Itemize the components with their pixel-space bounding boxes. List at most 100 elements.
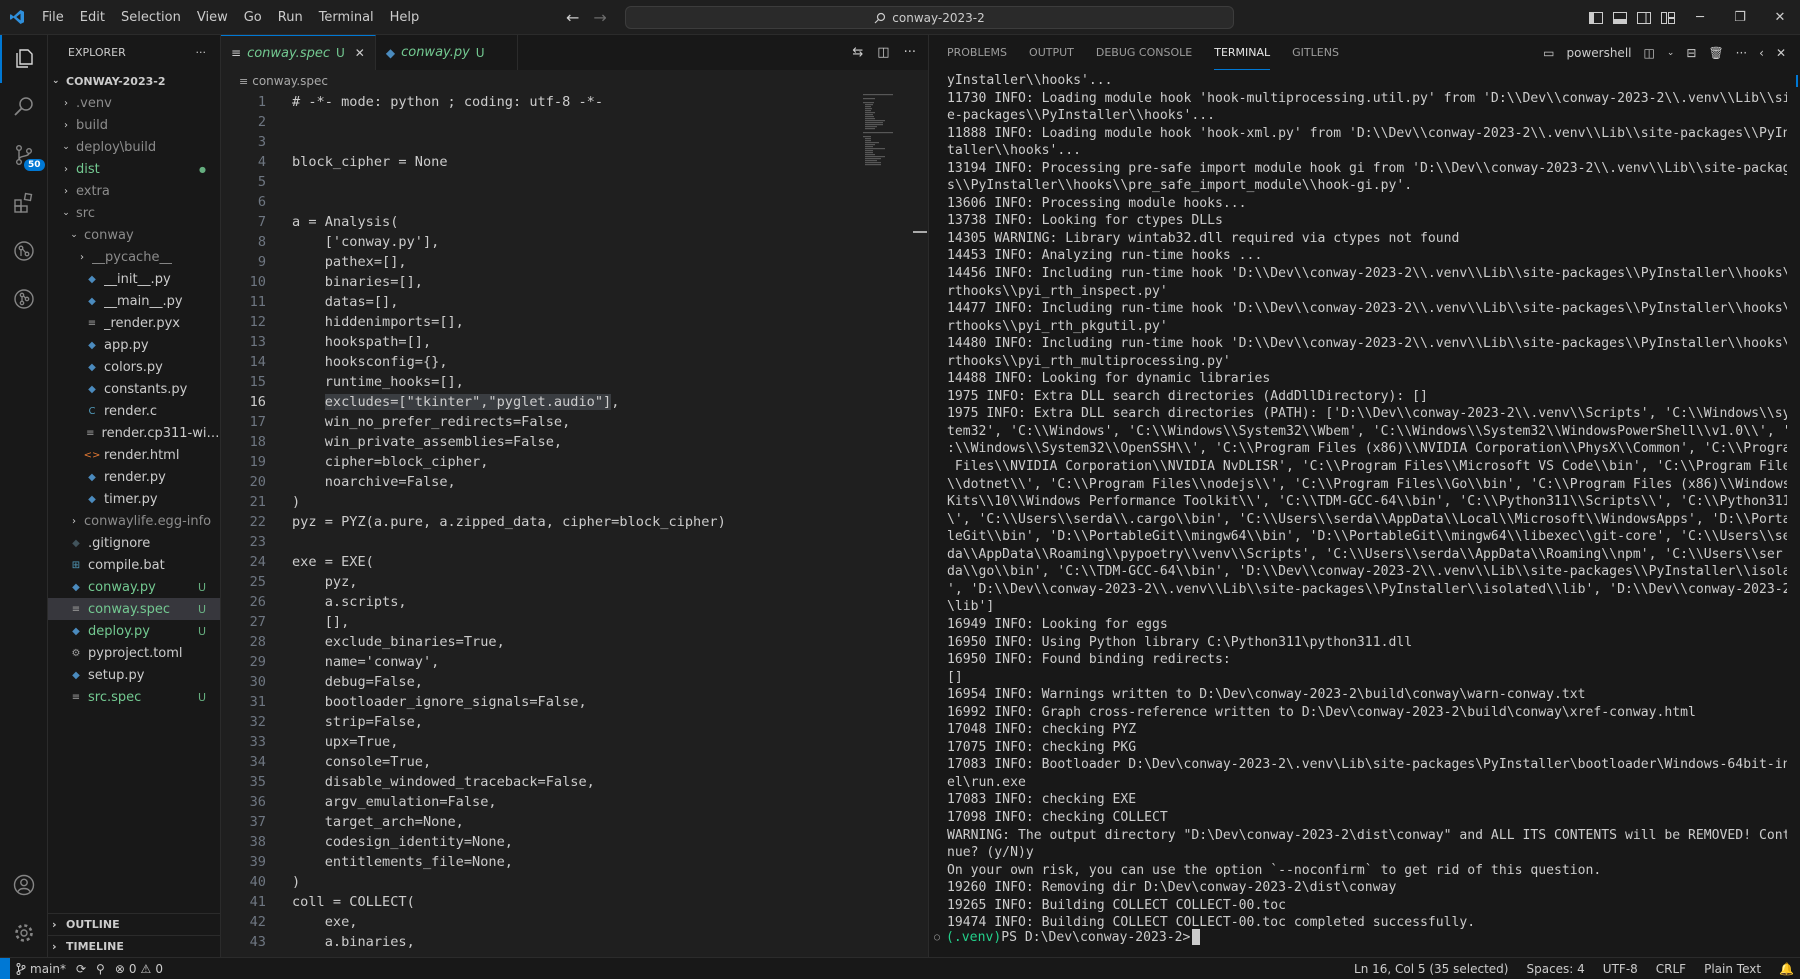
tree-item-label: render.cp311-win_... (101, 425, 220, 441)
remote-explorer-activity[interactable] (0, 227, 48, 275)
terminal-scrollbar[interactable] (1790, 75, 1800, 905)
minimize-icon[interactable]: ─ (1680, 10, 1720, 25)
menu-item-terminal[interactable]: Terminal (311, 0, 382, 35)
close-icon[interactable]: ✕ (355, 46, 365, 60)
tree-item-conway-spec[interactable]: ≡ conway.spec U (48, 598, 220, 620)
tree-item-render-cp311-win[interactable]: ≡ render.cp311-win_... (48, 422, 220, 444)
sync-icon[interactable]: ⟳ (76, 962, 86, 976)
tree-item-init-py[interactable]: ◆ __init__.py (48, 268, 220, 290)
menu-item-file[interactable]: File (34, 0, 72, 35)
tree-item-render-c[interactable]: Crender.c (48, 400, 220, 422)
toggle-panel-icon[interactable] (1608, 0, 1632, 35)
tree-item-timer-py[interactable]: ◆ timer.py (48, 488, 220, 510)
tab-conway-py[interactable]: ◆ conway.py U (376, 35, 518, 70)
code-editor[interactable]: 1 # -*- mode: python ; coding: utf-8 -*- 2… (221, 92, 928, 952)
customize-layout-icon[interactable] (1656, 0, 1680, 35)
tab-conway-spec[interactable]: ≡ conway.spec U ✕ (221, 35, 376, 70)
manage-activity[interactable] (0, 909, 48, 957)
tree-item-conway[interactable]: ⌄ conway (48, 224, 220, 246)
cursor-position[interactable]: Ln 16, Col 5 (35 selected) (1354, 962, 1508, 976)
restore-icon[interactable]: ❐ (1720, 10, 1760, 25)
tree-item-deploy-py[interactable]: ◆ deploy.py U (48, 620, 220, 642)
tree-item-render-pyx[interactable]: ≡ _render.pyx (48, 312, 220, 334)
extensions-activity[interactable] (0, 179, 48, 227)
language-mode[interactable]: Plain Text (1704, 962, 1761, 976)
menu-item-go[interactable]: Go (236, 0, 270, 35)
outline-section[interactable]: › OUTLINE (48, 913, 220, 935)
tab-problems[interactable]: PROBLEMS (947, 35, 1007, 70)
tree-item-label: render.py (104, 469, 166, 485)
more-actions-icon[interactable]: ··· (196, 46, 207, 59)
command-center-search[interactable]: conway-2023-2 (625, 6, 1234, 29)
tree-item-setup-py[interactable]: ◆ setup.py (48, 664, 220, 686)
tree-item-render-html[interactable]: <> render.html (48, 444, 220, 466)
terminal-prompt[interactable]: ○ (.venv) PS D:\Dev\conway-2023-2> (934, 928, 1201, 946)
publish-icon[interactable]: ⚲ (96, 962, 105, 976)
close-icon[interactable]: ✕ (1760, 10, 1800, 25)
tree-item-src-spec[interactable]: ≡ src.spec U (48, 686, 220, 708)
menu-item-run[interactable]: Run (270, 0, 311, 35)
source-control-badge: 50 (24, 159, 45, 171)
remote-indicator[interactable] (0, 957, 10, 979)
more-actions-icon[interactable]: ··· (1736, 46, 1747, 60)
toggle-primary-sidebar-icon[interactable] (1584, 0, 1608, 35)
search-activity[interactable] (0, 83, 48, 131)
menu-item-view[interactable]: View (189, 0, 236, 35)
chevron-left-icon[interactable]: ‹ (1759, 46, 1764, 60)
menu-item-selection[interactable]: Selection (113, 0, 189, 35)
tree-item-constants-py[interactable]: ◆ constants.py (48, 378, 220, 400)
workspace-root[interactable]: ⌄ CONWAY-2023-2 (48, 70, 220, 92)
tab-output[interactable]: OUTPUT (1029, 35, 1074, 70)
timeline-section[interactable]: › TIMELINE (48, 935, 220, 957)
tab-terminal[interactable]: TERMINAL (1214, 35, 1271, 70)
chevron-down-icon[interactable]: ⌄ (1667, 48, 1675, 58)
tree-item-colors-py[interactable]: ◆ colors.py (48, 356, 220, 378)
close-icon[interactable]: ✕ (1776, 46, 1786, 60)
back-arrow-icon[interactable]: ← (566, 8, 579, 27)
explorer-activity[interactable] (0, 35, 48, 83)
tree-item-extra[interactable]: › extra (48, 180, 220, 202)
more-actions-icon[interactable]: ··· (904, 45, 916, 60)
line-number: 21 (249, 494, 266, 510)
line-number: 3 (257, 134, 266, 150)
problems-indicator[interactable]: ⊗ 0 ⚠ 0 (115, 962, 163, 976)
trash-icon[interactable]: 🗑 (1708, 46, 1723, 60)
file-encoding[interactable]: UTF-8 (1603, 962, 1638, 976)
tree-item-dist[interactable]: › dist ● (48, 158, 220, 180)
menu-item-edit[interactable]: Edit (72, 0, 113, 35)
tree-item-compile-bat[interactable]: ⊞ compile.bat (48, 554, 220, 576)
tab-debug-console[interactable]: DEBUG CONSOLE (1096, 35, 1192, 70)
indentation[interactable]: Spaces: 4 (1526, 962, 1584, 976)
tree-item-deploy-build[interactable]: ⌄ deploy\build (48, 136, 220, 158)
split-terminal-icon[interactable]: ◫ (1643, 46, 1654, 60)
accounts-activity[interactable] (0, 861, 48, 909)
toggle-secondary-sidebar-icon[interactable] (1632, 0, 1656, 35)
menu-item-help[interactable]: Help (382, 0, 428, 35)
terminal-output[interactable]: yInstaller\\hooks'... 11730 INFO: Loading… (947, 72, 1787, 932)
open-changes-icon[interactable]: ⇆ (852, 45, 863, 60)
source-control-branch[interactable]: main* (16, 962, 66, 976)
split-editor-icon[interactable]: ◫ (877, 45, 889, 60)
tab-gitlens[interactable]: GITLENS (1292, 35, 1339, 70)
breadcrumb-item[interactable]: conway.spec (252, 74, 328, 88)
source-control-activity[interactable]: 50 (0, 131, 48, 179)
tree-item-render-py[interactable]: ◆ render.py (48, 466, 220, 488)
notifications-icon[interactable]: 🔔 (1779, 962, 1794, 976)
tree-item-venv[interactable]: › .venv (48, 92, 220, 114)
terminal-line: 1975 INFO: Extra DLL search directories … (947, 406, 1787, 422)
forward-arrow-icon[interactable]: → (593, 8, 606, 27)
new-terminal-layout-icon[interactable]: ⊟ (1686, 46, 1696, 60)
tree-item-main-py[interactable]: ◆ __main__.py (48, 290, 220, 312)
tree-item-gitignore[interactable]: ◆ .gitignore (48, 532, 220, 554)
tree-item-pyproject-toml[interactable]: ⚙ pyproject.toml (48, 642, 220, 664)
tree-item-conwaylife-egg-info[interactable]: › conwaylife.egg-info (48, 510, 220, 532)
gitlens-activity[interactable] (0, 275, 48, 323)
tree-item-app-py[interactable]: ◆ app.py (48, 334, 220, 356)
terminal-shell-label[interactable]: powershell (1566, 46, 1631, 60)
minimap[interactable] (861, 92, 911, 192)
tree-item-conway-py[interactable]: ◆ conway.py U (48, 576, 220, 598)
tree-item-src[interactable]: ⌄ src (48, 202, 220, 224)
tree-item-build[interactable]: › build (48, 114, 220, 136)
tree-item-pycache[interactable]: › __pycache__ (48, 246, 220, 268)
end-of-line[interactable]: CRLF (1656, 962, 1686, 976)
